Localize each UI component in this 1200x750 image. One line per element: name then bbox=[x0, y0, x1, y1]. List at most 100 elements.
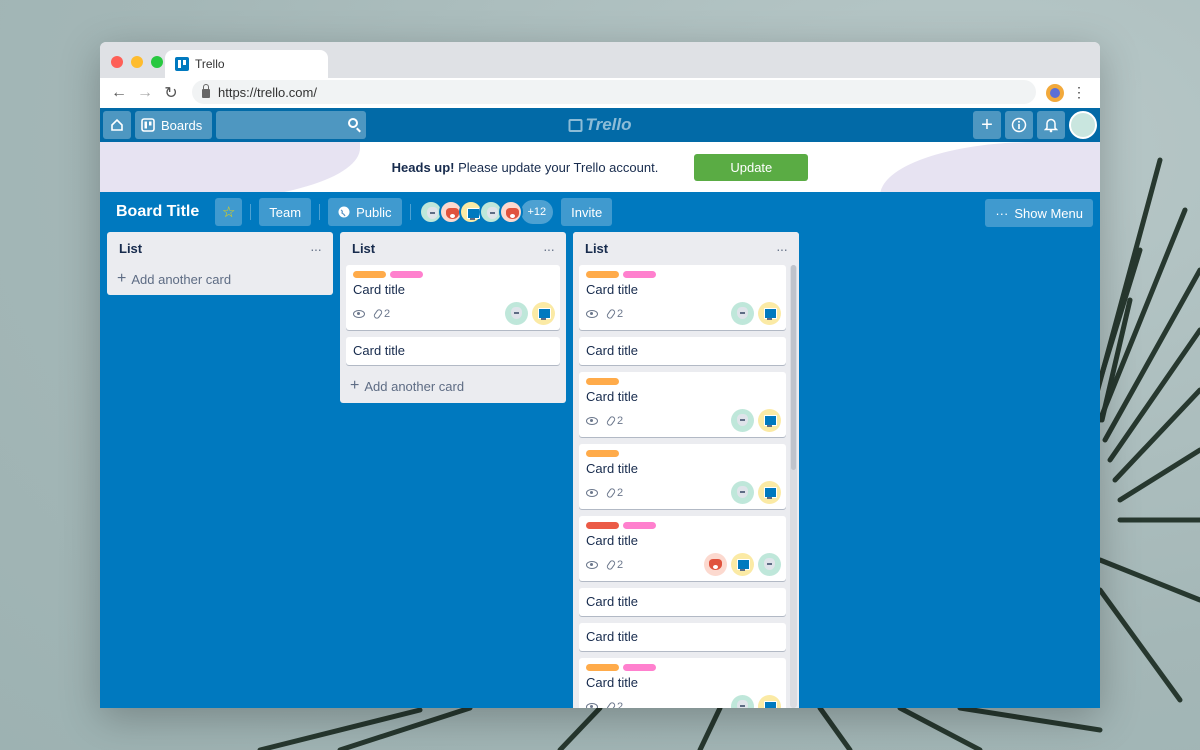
url-field[interactable]: https://trello.com/ bbox=[192, 80, 1036, 104]
team-button[interactable]: Team bbox=[259, 198, 312, 226]
banner-bold-text: Heads up! bbox=[391, 159, 455, 175]
list-header: List ··· bbox=[113, 232, 327, 265]
watching-eye-icon bbox=[586, 561, 598, 569]
maximize-window-button[interactable] bbox=[151, 56, 163, 68]
member-avatar[interactable] bbox=[758, 302, 781, 325]
label-orange[interactable] bbox=[586, 450, 619, 457]
card-members bbox=[704, 553, 781, 576]
paperclip-icon bbox=[605, 701, 617, 708]
label-pink[interactable] bbox=[623, 271, 656, 278]
member-avatar[interactable] bbox=[498, 200, 523, 224]
window-controls bbox=[111, 56, 163, 68]
card[interactable]: Card title 2 bbox=[579, 658, 786, 708]
member-avatar[interactable] bbox=[731, 409, 754, 432]
plus-icon: + bbox=[117, 270, 127, 287]
card[interactable]: Card title bbox=[579, 588, 786, 616]
invite-button[interactable]: Invite bbox=[561, 198, 613, 226]
close-window-button[interactable] bbox=[111, 56, 123, 68]
label-orange[interactable] bbox=[353, 271, 386, 278]
attachment-count: 2 bbox=[617, 415, 624, 427]
trello-logo[interactable]: Trello bbox=[568, 115, 632, 135]
member-avatar[interactable] bbox=[532, 302, 555, 325]
bell-icon bbox=[1044, 118, 1058, 133]
add-card-button[interactable]: + Add another card bbox=[113, 265, 327, 293]
card[interactable]: Card title 2 bbox=[579, 265, 786, 330]
profile-avatar-icon[interactable] bbox=[1046, 84, 1064, 102]
card-members bbox=[731, 481, 781, 504]
label-red[interactable] bbox=[586, 522, 619, 529]
list-title[interactable]: List bbox=[119, 241, 142, 256]
watching-eye-icon bbox=[586, 310, 598, 318]
url-text: https://trello.com/ bbox=[218, 84, 317, 100]
tab-title: Trello bbox=[195, 57, 225, 71]
label-orange[interactable] bbox=[586, 378, 619, 385]
attachment-count: 2 bbox=[384, 308, 391, 320]
label-pink[interactable] bbox=[623, 664, 656, 671]
card-title: Card title bbox=[586, 629, 639, 644]
label-orange[interactable] bbox=[586, 271, 619, 278]
list-menu-icon[interactable]: ··· bbox=[310, 241, 322, 257]
paperclip-icon bbox=[372, 308, 384, 320]
forward-arrow-icon[interactable]: → bbox=[132, 84, 158, 102]
logo-text: Trello bbox=[585, 115, 632, 134]
visibility-button[interactable]: Public bbox=[328, 198, 402, 226]
member-avatar[interactable] bbox=[758, 695, 781, 708]
browser-menu-icon[interactable]: ⋮ bbox=[1072, 84, 1086, 101]
more-members-count[interactable]: +12 bbox=[520, 200, 554, 224]
member-avatar[interactable] bbox=[758, 553, 781, 576]
attachments-badge: 2 bbox=[605, 487, 623, 499]
search-input[interactable] bbox=[216, 111, 367, 139]
paperclip-icon bbox=[605, 415, 617, 427]
trello-header: Boards Trello + bbox=[100, 108, 1100, 142]
star-board-button[interactable]: ☆ bbox=[215, 198, 243, 226]
create-button[interactable]: + bbox=[973, 111, 1001, 139]
member-avatar[interactable] bbox=[758, 409, 781, 432]
add-card-button[interactable]: + Add another card bbox=[346, 372, 560, 400]
home-button[interactable] bbox=[103, 111, 131, 139]
member-avatar[interactable] bbox=[505, 302, 528, 325]
member-avatar[interactable] bbox=[758, 481, 781, 504]
card-title: Card title bbox=[353, 343, 406, 358]
card[interactable]: Card title 2 bbox=[579, 516, 786, 581]
member-avatar[interactable] bbox=[704, 553, 727, 576]
attachments-badge: 2 bbox=[605, 308, 623, 320]
card[interactable]: Card title 2 bbox=[579, 372, 786, 437]
watching-eye-icon bbox=[586, 703, 598, 708]
list-scrollbar-thumb[interactable] bbox=[791, 265, 796, 470]
member-avatar[interactable] bbox=[731, 553, 754, 576]
show-menu-button[interactable]: ··· Show Menu bbox=[985, 199, 1093, 227]
browser-tab[interactable]: Trello bbox=[165, 50, 328, 78]
back-arrow-icon[interactable]: ← bbox=[106, 84, 132, 102]
update-button[interactable]: Update bbox=[694, 153, 809, 181]
card-title: Card title bbox=[586, 675, 639, 690]
notifications-button[interactable] bbox=[1037, 111, 1065, 139]
list-menu-icon[interactable]: ··· bbox=[776, 241, 788, 257]
member-avatar[interactable] bbox=[731, 695, 754, 708]
list-title[interactable]: List bbox=[585, 241, 608, 256]
label-orange[interactable] bbox=[586, 664, 619, 671]
list: List ··· Card title 2 bbox=[573, 232, 799, 708]
card-members bbox=[731, 409, 781, 432]
card[interactable]: Card title bbox=[579, 337, 786, 365]
member-avatar[interactable] bbox=[731, 481, 754, 504]
card[interactable]: Card title bbox=[579, 623, 786, 651]
search-icon bbox=[348, 118, 359, 128]
boards-button[interactable]: Boards bbox=[135, 111, 213, 139]
minimize-window-button[interactable] bbox=[131, 56, 143, 68]
list-title[interactable]: List bbox=[352, 241, 375, 256]
card[interactable]: Card title 2 bbox=[346, 265, 560, 330]
card[interactable]: Card title 2 bbox=[579, 444, 786, 509]
board-title[interactable]: Board Title bbox=[108, 203, 207, 221]
member-avatar-menu[interactable] bbox=[1069, 111, 1097, 139]
card[interactable]: Card title bbox=[346, 337, 560, 365]
star-icon: ☆ bbox=[222, 204, 236, 221]
info-button[interactable] bbox=[1005, 111, 1033, 139]
card-labels bbox=[586, 664, 779, 671]
label-pink[interactable] bbox=[390, 271, 423, 278]
banner-decoration-left bbox=[100, 142, 360, 192]
list-menu-icon[interactable]: ··· bbox=[543, 241, 555, 257]
list: List ··· Card title 2 bbox=[340, 232, 566, 403]
member-avatar[interactable] bbox=[731, 302, 754, 325]
label-pink[interactable] bbox=[623, 522, 656, 529]
reload-icon[interactable]: ↻ bbox=[158, 83, 184, 103]
